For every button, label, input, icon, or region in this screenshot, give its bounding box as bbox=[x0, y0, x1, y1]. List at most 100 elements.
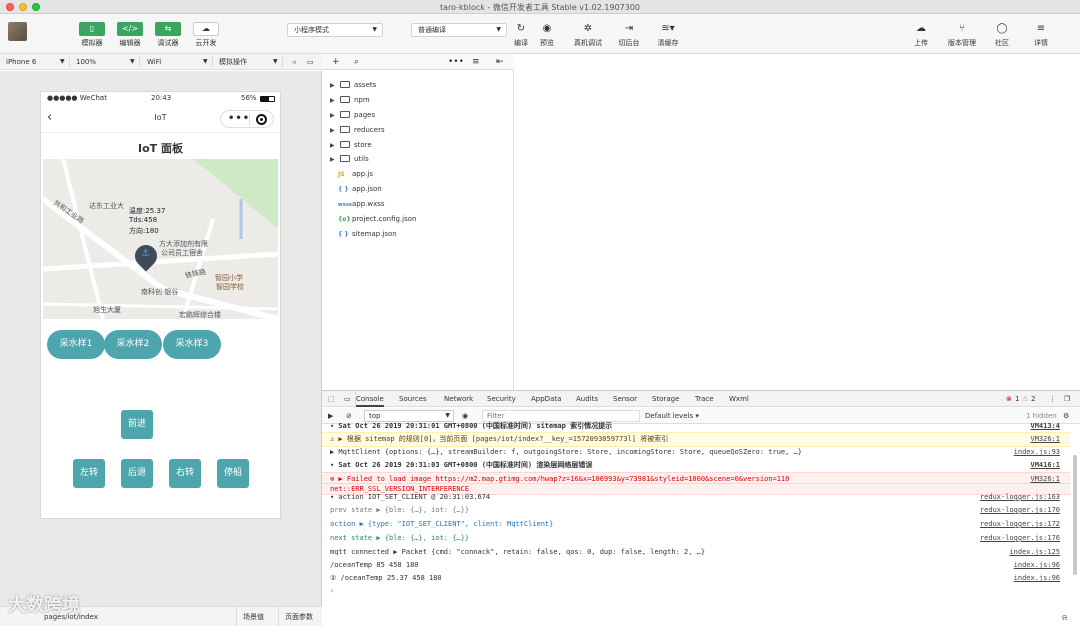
scene-button[interactable]: 场景值 bbox=[236, 607, 264, 626]
simulator-button[interactable]: ▯ 模拟器 bbox=[75, 22, 109, 48]
editor-area[interactable] bbox=[515, 54, 1080, 390]
log-row[interactable]: ▶ MqttClient {options: {…}, streamBuilde… bbox=[322, 446, 1070, 459]
inspect-icon[interactable]: ⬚ bbox=[328, 391, 335, 407]
operation-select[interactable]: 模拟操作 ▼ bbox=[215, 56, 283, 68]
tab-sensor[interactable]: Sensor bbox=[613, 391, 637, 407]
map-view[interactable]: 达东工业大 共和工业路 温度:25.37 Tds:458 方向:180 方大添加… bbox=[43, 159, 278, 319]
tab-storage[interactable]: Storage bbox=[652, 391, 679, 407]
bell-icon[interactable]: ⍾ bbox=[1062, 613, 1067, 623]
layers-icon: ≋▾ bbox=[661, 23, 675, 34]
cloud-button[interactable]: ☁ 云开发 bbox=[189, 22, 223, 48]
folder-item[interactable]: ▶ npm bbox=[322, 93, 514, 107]
turn-right-button[interactable]: 右转 bbox=[169, 459, 201, 488]
debugger-button[interactable]: ⇆ 调试器 bbox=[151, 22, 185, 48]
editor-button[interactable]: </> 编辑器 bbox=[113, 22, 147, 48]
log-row[interactable]: prev state ▶ {ble: {…}, iot: {…}} redux-l… bbox=[322, 504, 1070, 517]
avatar[interactable] bbox=[8, 22, 27, 41]
file-item[interactable]: { } sitemap.json bbox=[322, 227, 514, 241]
background-button[interactable]: ⇥ 切后台 bbox=[612, 22, 646, 48]
folder-item[interactable]: ▶ pages bbox=[322, 108, 514, 122]
debug-icon: ⇆ bbox=[155, 22, 181, 36]
map-label: 宏鹏辉综合楼 bbox=[179, 311, 221, 319]
map-label: 智园学校 bbox=[216, 283, 244, 291]
forward-button[interactable]: 前进 bbox=[121, 410, 153, 439]
upload-button[interactable]: ☁ 上传 bbox=[904, 22, 938, 48]
folder-item[interactable]: ▶ utils bbox=[322, 152, 514, 166]
caret-down-icon: ▼ bbox=[372, 26, 377, 33]
folder-item[interactable]: ▶ assets bbox=[322, 78, 514, 92]
log-row[interactable]: ② /oceanTemp 25.37 458 180 index.js:96 bbox=[322, 572, 1070, 585]
page-title: IoT 面板 bbox=[138, 142, 183, 155]
console-scrollbar[interactable] bbox=[1073, 455, 1077, 575]
turn-left-button[interactable]: 左转 bbox=[73, 459, 105, 488]
page-params-button[interactable]: 页面参数 bbox=[278, 607, 313, 626]
details-button[interactable]: ≡ 详情 bbox=[1024, 22, 1058, 48]
log-row[interactable]: ▾ Sat Oct 26 2019 20:31:03 GMT+0800 (中国标… bbox=[322, 459, 1070, 472]
folder-item[interactable]: ▶ store bbox=[322, 138, 514, 152]
add-icon[interactable]: + bbox=[332, 54, 340, 70]
sample-water-3-button[interactable]: 采水样3 bbox=[163, 330, 221, 359]
log-row[interactable]: ▾ action IOT_SET_CLIENT @ 20:31:03.674 re… bbox=[322, 491, 1070, 504]
window-icon[interactable]: ▭ bbox=[303, 56, 317, 68]
json-file-icon: { } bbox=[338, 186, 349, 193]
warning-count[interactable]: 2 bbox=[1031, 391, 1035, 407]
kebab-menu-icon[interactable]: ⋮ bbox=[1049, 391, 1056, 407]
map-callout-line1: 温度:25.37 bbox=[129, 207, 166, 215]
network-select[interactable]: WiFi ▼ bbox=[143, 56, 213, 68]
mode-select[interactable]: 小程序模式 ▼ bbox=[287, 23, 383, 37]
tab-console[interactable]: Console bbox=[356, 391, 384, 407]
map-label: 公司员工宿舍 bbox=[161, 249, 203, 257]
log-row[interactable]: mqtt connected ▶ Packet {cmd: "connack",… bbox=[322, 546, 1070, 559]
device-toggle-icon[interactable]: ▭ bbox=[344, 391, 356, 407]
sort-icon[interactable]: ≡ bbox=[472, 54, 480, 70]
tab-audits[interactable]: Audits bbox=[576, 391, 598, 407]
more-dots-icon[interactable]: ••• bbox=[228, 113, 250, 124]
collapse-icon[interactable]: ⇤ bbox=[496, 54, 504, 70]
community-button[interactable]: ◯ 社区 bbox=[985, 22, 1019, 48]
speaker-icon[interactable]: ◃ bbox=[288, 56, 302, 68]
more-icon[interactable]: ••• bbox=[448, 54, 464, 70]
file-item[interactable]: JS app.js bbox=[322, 167, 514, 181]
phone-screen: ●●●●● WeChat ⌔ 20:43 56% ‹ IoT ••• IoT 面… bbox=[40, 91, 281, 519]
version-button[interactable]: ⑂ 版本管理 bbox=[945, 22, 979, 48]
devtools-tabs: ⬚ ▭ Console Sources Network Security App… bbox=[322, 391, 1080, 407]
tab-sources[interactable]: Sources bbox=[399, 391, 427, 407]
close-target-icon[interactable] bbox=[256, 114, 267, 125]
zoom-select[interactable]: 100% ▼ bbox=[72, 56, 140, 68]
capsule-menu[interactable]: ••• bbox=[220, 110, 274, 128]
sample-water-2-button[interactable]: 采水样2 bbox=[104, 330, 162, 359]
folder-item[interactable]: ▶ reducers bbox=[322, 123, 514, 137]
file-item[interactable]: {o}project.config.json bbox=[322, 212, 514, 226]
device-select[interactable]: iPhone 6 ▼ bbox=[2, 56, 70, 68]
search-icon[interactable]: ⌕ bbox=[354, 54, 359, 70]
stop-button[interactable]: 停船 bbox=[217, 459, 249, 488]
eye-icon: ◉ bbox=[542, 23, 552, 34]
tab-security[interactable]: Security bbox=[487, 391, 516, 407]
compile-mode-select[interactable]: 普通编译 ▼ bbox=[411, 23, 507, 37]
log-row-warning[interactable]: ⚠ ▶ 根据 sitemap 的规则[0]，当前页面 [pages/iot/in… bbox=[322, 432, 1070, 447]
switch-icon: ⇥ bbox=[624, 23, 634, 34]
undock-icon[interactable]: ❐ bbox=[1064, 391, 1070, 407]
tab-network[interactable]: Network bbox=[444, 391, 473, 407]
backward-button[interactable]: 后退 bbox=[121, 459, 153, 488]
tab-trace[interactable]: Trace bbox=[695, 391, 714, 407]
phone-icon: ▯ bbox=[79, 22, 105, 36]
battery-text: 56% bbox=[241, 94, 257, 102]
map-label: 达东工业大 bbox=[89, 202, 124, 210]
file-item[interactable]: wxssapp.wxss bbox=[322, 197, 514, 211]
console-prompt[interactable]: › bbox=[322, 585, 1070, 598]
tab-wxml[interactable]: Wxml bbox=[729, 391, 749, 407]
clear-cache-button[interactable]: ≋▾ 清缓存 bbox=[651, 22, 685, 48]
error-count[interactable]: 1 bbox=[1015, 391, 1019, 407]
log-row[interactable]: action ▶ {type: "IOT_SET_CLIENT", client… bbox=[322, 518, 1070, 531]
sample-water-1-button[interactable]: 采水样1 bbox=[47, 330, 105, 359]
log-row[interactable]: next state ▶ {ble: {…}, iot: {…}} redux-l… bbox=[322, 532, 1070, 545]
log-row[interactable]: /oceanTemp 85 458 180 index.js:96 bbox=[322, 559, 1070, 572]
simulator-panel: ●●●●● WeChat ⌔ 20:43 56% ‹ IoT ••• IoT 面… bbox=[0, 71, 322, 606]
cloud-icon: ☁ bbox=[193, 22, 219, 36]
tab-appdata[interactable]: AppData bbox=[531, 391, 561, 407]
remote-debug-button[interactable]: ✲ 真机调试 bbox=[571, 22, 605, 48]
file-item[interactable]: { } app.json bbox=[322, 182, 514, 196]
preview-button[interactable]: ◉ 预览 bbox=[530, 22, 564, 48]
caret-down-icon: ▼ bbox=[273, 58, 278, 65]
